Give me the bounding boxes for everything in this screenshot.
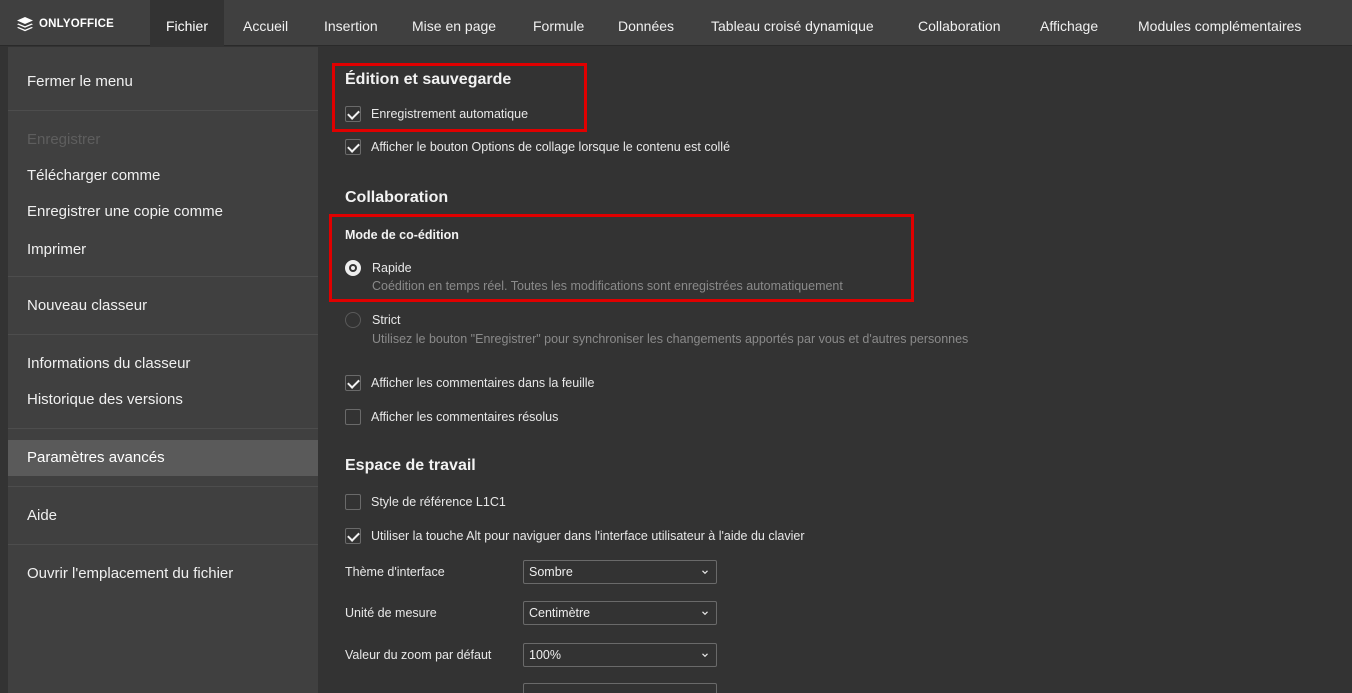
- coedit-mode-title: Mode de co-édition: [345, 228, 459, 242]
- menu-divider: [8, 334, 318, 335]
- tab-fichier[interactable]: Fichier: [150, 0, 224, 46]
- menu-item-new-workbook[interactable]: Nouveau classeur: [8, 288, 318, 324]
- alt-key-checkbox[interactable]: [345, 528, 361, 544]
- unit-label: Unité de mesure: [345, 606, 437, 620]
- section-title-workspace: Espace de travail: [345, 457, 476, 474]
- unit-select[interactable]: Centimètre: [523, 601, 717, 625]
- paste-options-checkbox[interactable]: [345, 139, 361, 155]
- menu-divider: [8, 276, 318, 277]
- zoom-select-value: 100%: [529, 648, 561, 662]
- paste-options-label: Afficher le bouton Options de collage lo…: [371, 140, 731, 154]
- menu-item-save-copy-as[interactable]: Enregistrer une copie comme: [8, 194, 318, 230]
- radio-fast-label: Rapide: [372, 261, 412, 275]
- top-menu-bar: ONLYOFFICE Fichier Accueil Insertion Mis…: [0, 0, 1352, 46]
- chevron-down-icon: [702, 653, 708, 658]
- tab-mise-en-page[interactable]: Mise en page: [412, 0, 496, 46]
- advanced-settings-panel: Édition et sauvegarde Enregistrement aut…: [318, 47, 1352, 693]
- cut-off-select[interactable]: [523, 683, 717, 693]
- logo-text: ONLYOFFICE: [39, 18, 115, 30]
- menu-item-version-history[interactable]: Historique des versions: [8, 382, 318, 418]
- menu-divider: [8, 110, 318, 111]
- menu-item-download-as[interactable]: Télécharger comme: [8, 158, 318, 194]
- tab-tableau-croise[interactable]: Tableau croisé dynamique: [711, 0, 874, 46]
- tab-modules[interactable]: Modules complémentaires: [1138, 0, 1301, 46]
- theme-label: Thème d'interface: [345, 565, 445, 579]
- unit-select-value: Centimètre: [529, 606, 591, 620]
- onlyoffice-logo: ONLYOFFICE: [16, 16, 114, 32]
- show-comments-label: Afficher les commentaires dans la feuill…: [371, 376, 595, 390]
- r1c1-checkbox-row[interactable]: Style de référence L1C1: [345, 493, 506, 511]
- menu-item-print[interactable]: Imprimer: [8, 232, 318, 268]
- radio-fast-description: Coédition en temps réel. Toutes les modi…: [372, 279, 843, 293]
- show-resolved-checkbox-row[interactable]: Afficher les commentaires résolus: [345, 408, 558, 426]
- autosave-checkbox[interactable]: [345, 106, 361, 122]
- zoom-select[interactable]: 100%: [523, 643, 717, 667]
- tab-accueil[interactable]: Accueil: [243, 0, 288, 46]
- section-title-editing: Édition et sauvegarde: [345, 71, 512, 88]
- chevron-down-icon: [702, 611, 708, 616]
- alt-key-label: Utiliser la touche Alt pour naviguer dan…: [371, 529, 805, 543]
- theme-select-value: Sombre: [529, 565, 573, 579]
- menu-divider: [8, 486, 318, 487]
- tab-formule[interactable]: Formule: [533, 0, 584, 46]
- autosave-checkbox-row[interactable]: Enregistrement automatique: [345, 105, 528, 123]
- paste-options-checkbox-row[interactable]: Afficher le bouton Options de collage lo…: [345, 138, 730, 156]
- tab-donnees[interactable]: Données: [618, 0, 674, 46]
- tab-affichage[interactable]: Affichage: [1040, 0, 1098, 46]
- menu-divider: [8, 544, 318, 545]
- zoom-label: Valeur du zoom par défaut: [345, 648, 492, 662]
- menu-item-workbook-info[interactable]: Informations du classeur: [8, 346, 318, 382]
- onlyoffice-logo-icon: [17, 17, 33, 32]
- radio-strict-description: Utilisez le bouton "Enregistrer" pour sy…: [372, 332, 969, 346]
- alt-key-checkbox-row[interactable]: Utiliser la touche Alt pour naviguer dan…: [345, 527, 804, 545]
- chevron-down-icon: [702, 570, 708, 575]
- section-title-collaboration: Collaboration: [345, 189, 449, 206]
- menu-item-advanced-settings[interactable]: Paramètres avancés: [8, 440, 318, 476]
- theme-select[interactable]: Sombre: [523, 560, 717, 584]
- tab-insertion[interactable]: Insertion: [324, 0, 378, 46]
- radio-row-strict[interactable]: Strict: [345, 311, 400, 329]
- radio-row-fast[interactable]: Rapide: [345, 259, 412, 277]
- show-comments-checkbox[interactable]: [345, 375, 361, 391]
- menu-divider: [8, 428, 318, 429]
- show-resolved-checkbox[interactable]: [345, 409, 361, 425]
- file-menu-sidebar: Fermer le menu Enregistrer Télécharger c…: [8, 47, 318, 693]
- menu-item-help[interactable]: Aide: [8, 498, 318, 534]
- autosave-label: Enregistrement automatique: [371, 107, 529, 121]
- radio-fast[interactable]: [345, 260, 361, 276]
- menu-item-open-file-location[interactable]: Ouvrir l'emplacement du fichier: [8, 556, 318, 592]
- menu-item-close[interactable]: Fermer le menu: [8, 64, 318, 100]
- r1c1-checkbox[interactable]: [345, 494, 361, 510]
- menu-item-save: Enregistrer: [27, 131, 101, 148]
- show-comments-checkbox-row[interactable]: Afficher les commentaires dans la feuill…: [345, 374, 595, 392]
- r1c1-label: Style de référence L1C1: [371, 495, 506, 509]
- show-resolved-label: Afficher les commentaires résolus: [371, 410, 559, 424]
- tab-collaboration[interactable]: Collaboration: [918, 0, 1001, 46]
- radio-strict[interactable]: [345, 312, 361, 328]
- radio-strict-label: Strict: [372, 313, 401, 327]
